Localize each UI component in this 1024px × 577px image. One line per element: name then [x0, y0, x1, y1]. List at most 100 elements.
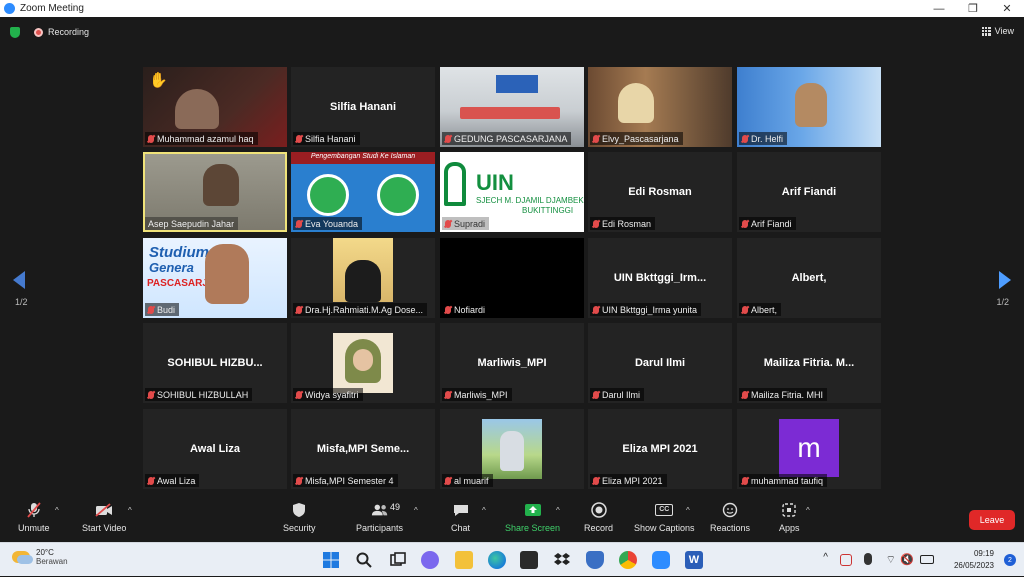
video-tile[interactable]: Elvy_Pascasarjana — [588, 67, 732, 147]
start-video-button[interactable]: Start Video — [82, 502, 126, 533]
taskbar-clock[interactable]: 09:19 26/05/2023 — [954, 548, 994, 572]
audio-options-caret-icon[interactable]: ^ — [55, 506, 59, 515]
speaker-muted-icon[interactable]: 🔇 — [900, 553, 914, 566]
participant-nameplate: al muarif — [442, 474, 493, 487]
video-tile[interactable]: Pengembangan Studi Ke Islaman Eva Youand… — [291, 152, 435, 232]
participant-center-name: Mailiza Fitria. M... — [763, 357, 855, 369]
video-tile-active-speaker[interactable]: Asep Saepudin Jahar — [143, 152, 287, 232]
battery-icon[interactable] — [920, 555, 934, 564]
participant-name: GEDUNG PASCASARJANA — [454, 133, 568, 144]
task-view-icon[interactable] — [389, 551, 407, 569]
video-tile[interactable]: Awal Liza Awal Liza — [143, 409, 287, 489]
dropbox-icon[interactable] — [553, 551, 571, 569]
view-button[interactable]: View — [981, 26, 1014, 36]
apps-button[interactable]: Apps — [779, 502, 800, 533]
microphone-tray-icon[interactable] — [864, 553, 872, 565]
participant-name: Arif Fiandi — [751, 218, 792, 229]
chrome-browser-icon[interactable] — [619, 551, 637, 569]
video-tile[interactable]: Widya syafitri — [291, 323, 435, 403]
search-icon[interactable] — [355, 551, 373, 569]
participant-name: Eva Youanda — [305, 218, 359, 229]
share-screen-button[interactable]: Share Screen — [505, 502, 560, 533]
mic-muted-icon — [296, 390, 302, 399]
close-button[interactable]: ✕ — [990, 0, 1024, 17]
window-title: Zoom Meeting — [20, 3, 84, 14]
reactions-label: Reactions — [710, 523, 751, 533]
video-tile[interactable]: ✋ Muhammad azamul haq — [143, 67, 287, 147]
video-tile[interactable]: Eliza MPI 2021 Eliza MPI 2021 — [588, 409, 732, 489]
edge-browser-icon[interactable] — [488, 551, 506, 569]
restore-button[interactable]: ❐ — [956, 0, 990, 17]
video-tile[interactable]: SOHIBUL HIZBU... SOHIBUL HIZBULLAH — [143, 323, 287, 403]
zoom-taskbar-icon[interactable] — [652, 551, 670, 569]
weather-condition: Berawan — [36, 557, 68, 566]
encryption-shield-icon[interactable] — [10, 27, 20, 38]
participant-nameplate: Supradi — [442, 217, 490, 230]
video-tile[interactable]: Silfia Hanani Silfia Hanani — [291, 67, 435, 147]
share-caret-icon[interactable]: ^ — [556, 506, 560, 515]
record-label: Record — [584, 523, 614, 533]
weather-widget[interactable]: 20°C Berawan — [12, 548, 68, 566]
video-tile[interactable]: Darul Ilmi Darul Ilmi — [588, 323, 732, 403]
participant-center-name: Albert, — [791, 272, 827, 284]
notification-badge[interactable]: 2 — [1004, 554, 1016, 566]
video-tile[interactable]: Dr. Helfi — [737, 67, 881, 147]
video-tile[interactable]: Albert, Albert, — [737, 238, 881, 318]
mic-muted-icon — [445, 476, 451, 485]
reactions-button[interactable]: Reactions — [710, 502, 750, 533]
teams-chat-icon[interactable] — [421, 551, 439, 569]
video-tile[interactable]: Edi Rosman Edi Rosman — [588, 152, 732, 232]
minimize-button[interactable]: — — [922, 0, 956, 17]
leave-button[interactable]: Leave — [969, 510, 1015, 530]
previous-page-icon[interactable] — [13, 271, 25, 289]
video-tile[interactable]: UIN SJECH M. DJAMIL DJAMBEK BUKITTINGGI … — [440, 152, 584, 232]
uin-logo-icon — [444, 162, 466, 206]
security-app-icon[interactable] — [586, 551, 604, 569]
tray-overflow-chevron-icon[interactable]: ^ — [823, 552, 828, 563]
security-button[interactable]: Security — [283, 502, 316, 533]
unmute-button[interactable]: Unmute — [18, 502, 50, 533]
word-icon[interactable]: W — [685, 551, 703, 569]
video-tile[interactable]: m muhammad taufiq — [737, 409, 881, 489]
participant-name: Marliwis_MPI — [454, 389, 508, 400]
video-tile[interactable]: al muarif — [440, 409, 584, 489]
windows-start-icon[interactable] — [322, 551, 340, 569]
video-tile[interactable]: Nofiardi — [440, 238, 584, 318]
gallery-view: 1/2 1/2 ✋ Muhammad azamul haq Silfia Han… — [0, 47, 1024, 497]
microsoft-store-icon[interactable] — [520, 551, 538, 569]
next-page-icon[interactable] — [999, 271, 1011, 289]
participant-center-name: Darul Ilmi — [634, 357, 686, 369]
video-tile[interactable]: Studium Genera PASCASARJ Budi — [143, 238, 287, 318]
participant-face — [345, 260, 381, 302]
video-tile[interactable]: UIN Bkttggi_Irm... UIN Bkttggi_Irma yuni… — [588, 238, 732, 318]
participant-name: Darul Ilmi — [602, 389, 641, 400]
chat-bubble-icon — [452, 502, 470, 518]
apps-caret-icon[interactable]: ^ — [806, 506, 810, 515]
video-tile[interactable]: Marliwis_MPI Marliwis_MPI — [440, 323, 584, 403]
record-button[interactable]: Record — [584, 502, 613, 533]
tray-app-icon[interactable] — [840, 554, 852, 566]
video-options-caret-icon[interactable]: ^ — [128, 506, 132, 515]
captions-caret-icon[interactable]: ^ — [686, 506, 690, 515]
participant-name: Supradi — [454, 218, 486, 229]
chat-label: Chat — [451, 523, 471, 533]
mic-muted-icon — [296, 219, 302, 228]
file-explorer-icon[interactable] — [455, 551, 473, 569]
record-icon — [590, 502, 608, 518]
video-tile[interactable]: Mailiza Fitria. M... Mailiza Fitria. MHI — [737, 323, 881, 403]
chat-button[interactable]: Chat — [451, 502, 470, 533]
video-tile[interactable]: Misfa,MPI Seme... Misfa,MPI Semester 4 — [291, 409, 435, 489]
wifi-icon[interactable]: ⌔ — [886, 553, 896, 567]
chat-caret-icon[interactable]: ^ — [482, 506, 486, 515]
participant-name: Misfa,MPI Semester 4 — [305, 475, 394, 486]
video-tile[interactable]: GEDUNG PASCASARJANA — [440, 67, 584, 147]
participants-caret-icon[interactable]: ^ — [414, 506, 418, 515]
smiley-icon — [721, 502, 739, 518]
participants-icon — [371, 502, 389, 518]
mic-muted-icon — [296, 476, 302, 485]
video-tile[interactable]: Dra.Hj.Rahmiati.M.Ag Dose... — [291, 238, 435, 318]
video-tile[interactable]: Arif Fiandi Arif Fiandi — [737, 152, 881, 232]
participant-nameplate: Silfia Hanani — [293, 132, 360, 145]
participant-center-name: Misfa,MPI Seme... — [316, 443, 410, 455]
participant-nameplate: Budi — [145, 303, 180, 316]
